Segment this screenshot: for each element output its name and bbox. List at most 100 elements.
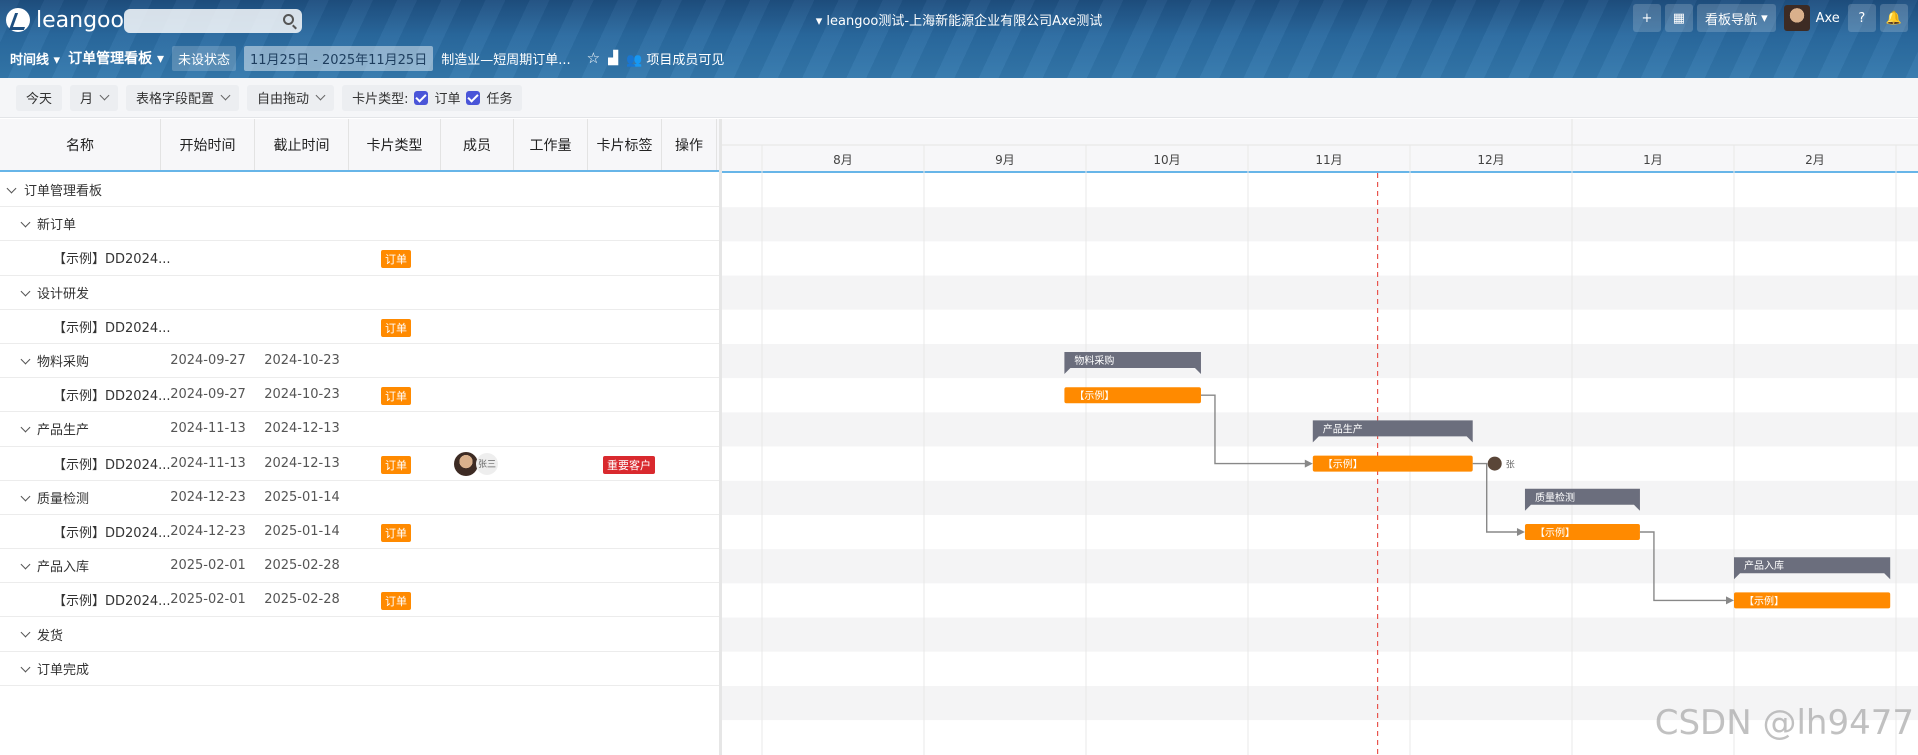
month-label: 1月 bbox=[1643, 153, 1663, 167]
column-header[interactable]: 截止时间 bbox=[255, 119, 349, 170]
column-header[interactable]: 工作量 bbox=[514, 119, 588, 170]
order-checkbox[interactable] bbox=[414, 90, 429, 105]
scale-select[interactable]: 月 bbox=[70, 84, 119, 111]
month-label: 9月 bbox=[995, 153, 1015, 167]
view-selector[interactable]: 时间线 ▾ bbox=[10, 49, 60, 68]
gantt-row bbox=[722, 515, 1918, 550]
start-date: 2024-12-23 bbox=[170, 489, 246, 505]
column-header[interactable]: 卡片类型 bbox=[349, 119, 441, 170]
card-type-badge: 订单 bbox=[381, 592, 411, 611]
column-header[interactable]: 操作 bbox=[662, 119, 717, 170]
card-row[interactable]: 【示例】DD2024... 2024-09-27 2024-10-23 订单 bbox=[0, 378, 720, 413]
member-avatar[interactable]: 张三 bbox=[454, 451, 498, 476]
search-icon[interactable] bbox=[283, 14, 294, 25]
column-header[interactable]: 成员 bbox=[441, 119, 514, 170]
row-name: 【示例】DD2024... bbox=[53, 252, 171, 268]
gantt-row bbox=[722, 309, 1918, 344]
task-checkbox-label[interactable]: 任务 bbox=[486, 88, 512, 107]
group-row[interactable]: 产品入库 2025-02-01 2025-02-28 bbox=[0, 549, 720, 584]
board-nav-button[interactable]: 看板导航 ▾ bbox=[1696, 4, 1776, 32]
row-name: 质量检测 bbox=[37, 491, 90, 507]
chevron-down-icon[interactable] bbox=[6, 183, 17, 194]
user-name: Axe bbox=[1815, 10, 1840, 26]
end-date: 2025-02-28 bbox=[264, 592, 340, 608]
end-date: 2025-02-28 bbox=[264, 558, 340, 574]
row-name: 订单管理看板 bbox=[24, 184, 103, 200]
group-row[interactable]: 发货 bbox=[0, 617, 720, 652]
workspace-dropdown[interactable]: ▾ leangoo测试-上海新能源企业有限公司Axe测试 bbox=[816, 14, 1103, 29]
column-header[interactable]: 卡片标签 bbox=[588, 119, 662, 170]
gantt-row bbox=[722, 617, 1918, 652]
group-row[interactable]: 质量检测 2024-12-23 2025-01-14 bbox=[0, 481, 720, 515]
group-row[interactable]: 订单管理看板 bbox=[0, 173, 720, 208]
member-initial: 张 bbox=[1506, 460, 1515, 471]
row-name: 【示例】DD2024... bbox=[53, 320, 171, 336]
watermark: CSDN @lh9477 bbox=[1654, 703, 1914, 743]
chevron-down-icon[interactable] bbox=[20, 491, 31, 502]
group-row[interactable]: 订单完成 bbox=[0, 652, 720, 686]
top-header: leangoo ▾ leangoo测试-上海新能源企业有限公司Axe测试 + ▦… bbox=[0, 0, 1918, 78]
help-button[interactable]: ? bbox=[1847, 4, 1876, 32]
brand-logo[interactable]: leangoo bbox=[6, 7, 124, 33]
card-row[interactable]: 【示例】DD2024... 2025-02-01 2025-02-28 订单 bbox=[0, 583, 720, 618]
end-date: 2024-10-23 bbox=[264, 387, 340, 403]
field-config-select[interactable]: 表格字段配置 bbox=[126, 84, 240, 111]
chevron-down-icon[interactable] bbox=[20, 662, 31, 673]
card-row[interactable]: 【示例】DD2024... 订单 bbox=[0, 241, 720, 276]
search-input[interactable] bbox=[124, 9, 302, 33]
card-type-filter: 卡片类型: 订单 任务 bbox=[342, 84, 523, 111]
card-row[interactable]: 【示例】DD2024... 订单 bbox=[0, 310, 720, 344]
card-row[interactable]: 【示例】DD2024... 2024-11-13 2024-12-13 订单 张三 重要客… bbox=[0, 447, 720, 481]
group-row[interactable]: 设计研发 bbox=[0, 276, 720, 310]
gantt-svg: 8月 9月 10月 11月 12月 1月 2月物料采购【示例】产品生产【示例】 张质量检测【示… bbox=[722, 119, 1918, 755]
add-button[interactable]: + bbox=[1632, 4, 1661, 32]
chevron-down-icon[interactable] bbox=[20, 627, 31, 638]
row-name: 产品生产 bbox=[37, 423, 90, 439]
table-header: 名称 开始时间 截止时间 卡片类型 成员 工作量 卡片标签 操作 bbox=[0, 119, 720, 172]
today-button[interactable]: 今天 bbox=[16, 84, 63, 111]
start-date: 2024-09-27 bbox=[170, 387, 246, 403]
column-header[interactable]: 开始时间 bbox=[161, 119, 255, 170]
row-name: 【示例】DD2024... bbox=[53, 525, 171, 541]
chevron-down-icon[interactable] bbox=[20, 559, 31, 570]
group-bar-label: 产品入库 bbox=[1744, 559, 1784, 572]
start-date: 2025-02-01 bbox=[170, 592, 246, 608]
star-icon[interactable]: ☆ bbox=[587, 49, 600, 67]
group-row[interactable]: 产品生产 2024-11-13 2024-12-13 bbox=[0, 412, 720, 447]
board-name[interactable]: 制造业—短周期订单... bbox=[441, 49, 570, 68]
chevron-down-icon[interactable] bbox=[20, 422, 31, 433]
end-date: 2024-12-13 bbox=[264, 421, 340, 437]
date-range[interactable]: 11月25日 - 2025年11月25日 bbox=[244, 45, 434, 71]
user-menu[interactable]: Axe bbox=[1780, 4, 1844, 32]
leangoo-logo-icon bbox=[6, 8, 30, 32]
start-date: 2025-02-01 bbox=[170, 558, 246, 574]
chevron-down-icon[interactable] bbox=[20, 286, 31, 297]
chart-icon[interactable]: ▟ bbox=[608, 51, 618, 66]
grid-icon[interactable]: ▦ bbox=[1664, 4, 1693, 32]
brand-name: leangoo bbox=[36, 7, 124, 33]
visibility-setting[interactable]: 👥 项目成员可见 bbox=[626, 49, 724, 68]
gantt-row bbox=[722, 651, 1918, 686]
chevron-down-icon[interactable] bbox=[20, 217, 31, 228]
group-row[interactable]: 物料采购 2024-09-27 2024-10-23 bbox=[0, 344, 720, 379]
card-type-badge: 订单 bbox=[381, 318, 411, 337]
task-checkbox[interactable] bbox=[466, 90, 481, 105]
order-checkbox-label[interactable]: 订单 bbox=[434, 88, 460, 107]
table-body: 订单管理看板 新订单 【示例】DD2024... 订单 设计研发 【示例】DD2024..… bbox=[0, 173, 720, 686]
card-label-badge: 重要客户 bbox=[603, 455, 655, 474]
gantt-row bbox=[722, 344, 1918, 379]
row-name: 产品入库 bbox=[37, 560, 90, 576]
column-header[interactable]: 名称 bbox=[0, 119, 161, 170]
bell-icon[interactable]: 🔔 bbox=[1879, 4, 1908, 32]
row-name: 新订单 bbox=[37, 218, 77, 234]
month-label: 12月 bbox=[1477, 153, 1504, 167]
end-date: 2024-10-23 bbox=[264, 353, 340, 369]
chevron-down-icon bbox=[315, 90, 326, 101]
drag-mode-select[interactable]: 自由拖动 bbox=[247, 84, 335, 111]
card-row[interactable]: 【示例】DD2024... 2024-12-23 2025-01-14 订单 bbox=[0, 515, 720, 550]
chevron-down-icon[interactable] bbox=[20, 354, 31, 365]
board-title[interactable]: 订单管理看板 ▾ bbox=[68, 48, 164, 68]
group-row[interactable]: 新订单 bbox=[0, 207, 720, 242]
status-badge[interactable]: 未设状态 bbox=[171, 45, 236, 71]
task-bar-label: 【示例】 bbox=[1535, 526, 1575, 539]
